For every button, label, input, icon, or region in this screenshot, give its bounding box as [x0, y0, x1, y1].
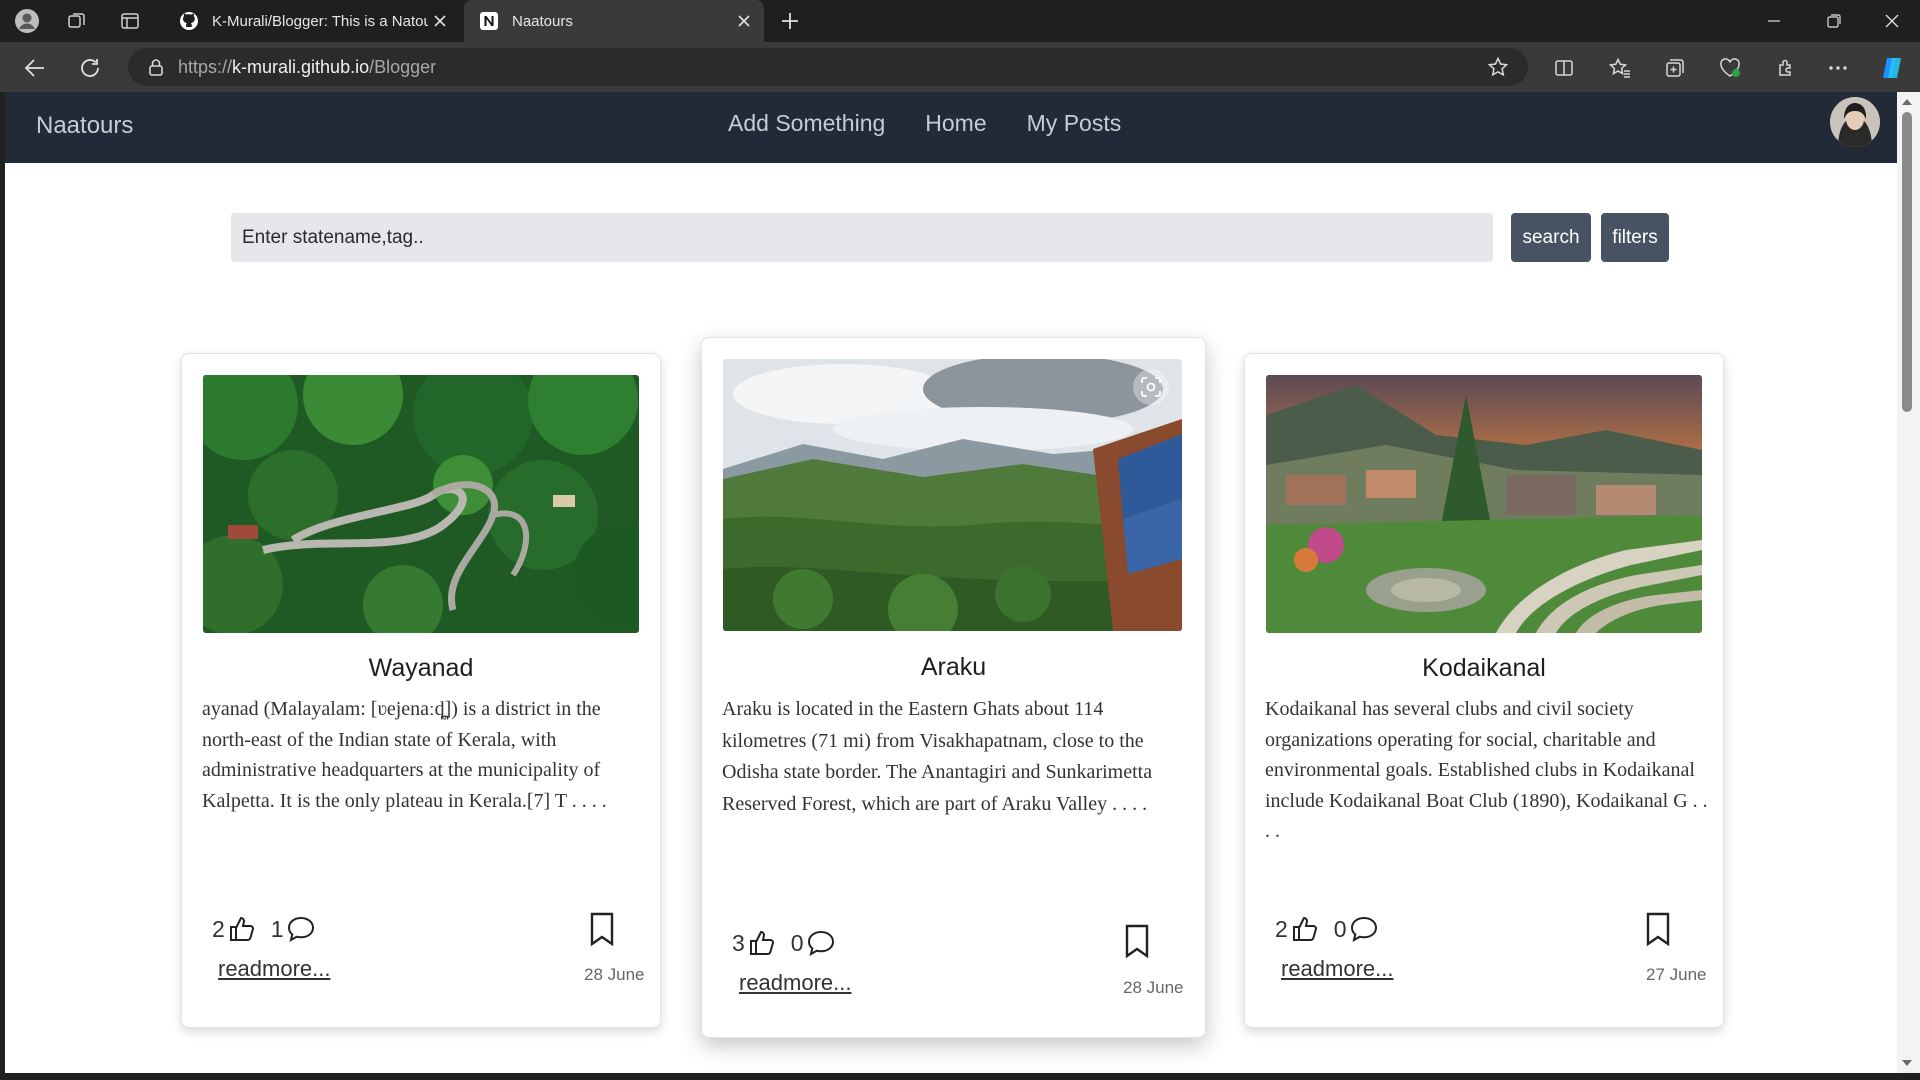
- post-image: [1266, 375, 1702, 633]
- url-text: https://k-murali.github.io/Blogger: [178, 56, 437, 77]
- naatours-favicon: [478, 10, 500, 32]
- split-screen-icon[interactable]: [1548, 52, 1580, 84]
- comment-count: 0: [1333, 915, 1347, 942]
- post-image: [723, 359, 1182, 631]
- post-card: Kodaikanal Kodaikanal has several clubs …: [1244, 353, 1724, 1028]
- readmore-link[interactable]: readmore...: [1281, 956, 1394, 982]
- more-menu-icon[interactable]: [1822, 52, 1854, 84]
- page-viewport: Naatours Add Something Home My Posts sea…: [5, 92, 1897, 1073]
- browser-tab-strip: K-Murali/Blogger: This is a Natou Naatou…: [0, 0, 1920, 42]
- like-count: 2: [212, 915, 225, 942]
- scroll-down-arrow-icon[interactable]: [1901, 1057, 1913, 1069]
- nav-my-posts[interactable]: My Posts: [1027, 110, 1122, 137]
- github-icon: [178, 10, 200, 32]
- browser-essentials-icon[interactable]: [1714, 52, 1746, 84]
- scroll-up-arrow-icon[interactable]: [1901, 96, 1913, 108]
- post-stats: 3 0: [732, 928, 850, 958]
- post-stats: 2 1: [212, 914, 330, 944]
- vertical-tabs-icon[interactable]: [115, 6, 145, 36]
- user-avatar[interactable]: [1830, 97, 1880, 147]
- post-card: Araku Araku is located in the Eastern Gh…: [701, 337, 1206, 1038]
- post-title: Kodaikanal: [1422, 654, 1546, 682]
- bookmark-icon[interactable]: [1643, 912, 1673, 947]
- post-stats: 2 0: [1275, 914, 1393, 944]
- comment-count: 1: [270, 915, 284, 942]
- tab-naatours[interactable]: Naatours: [464, 0, 764, 42]
- visual-search-icon[interactable]: [1133, 369, 1169, 405]
- close-tab-icon[interactable]: [732, 9, 756, 33]
- thumbs-up-icon[interactable]: [1290, 914, 1320, 944]
- search-button[interactable]: search: [1511, 213, 1591, 262]
- favorites-icon[interactable]: [1604, 52, 1636, 84]
- nav-home[interactable]: Home: [925, 110, 986, 137]
- nav-links: Add Something Home My Posts: [728, 110, 1121, 137]
- back-icon[interactable]: [19, 52, 51, 84]
- nav-add-something[interactable]: Add Something: [728, 110, 885, 137]
- filters-button[interactable]: filters: [1601, 213, 1669, 262]
- bookmark-icon[interactable]: [587, 912, 617, 947]
- comment-icon[interactable]: [286, 914, 316, 944]
- post-date: 27 June: [1646, 965, 1707, 984]
- search-input[interactable]: [231, 213, 1493, 262]
- url-field[interactable]: https://k-murali.github.io/Blogger: [128, 48, 1528, 86]
- comment-icon[interactable]: [1349, 914, 1379, 944]
- readmore-link[interactable]: readmore...: [218, 956, 331, 982]
- site-brand[interactable]: Naatours: [36, 112, 133, 140]
- tab-title: Naatours: [512, 12, 573, 30]
- restore-button[interactable]: [1806, 0, 1862, 42]
- address-bar-row: https://k-murali.github.io/Blogger: [0, 42, 1920, 92]
- post-title: Wayanad: [368, 654, 474, 682]
- post-title: Araku: [920, 653, 987, 681]
- tab-github[interactable]: K-Murali/Blogger: This is a Natou: [164, 0, 460, 42]
- post-date: 28 June: [584, 965, 645, 984]
- minimize-button[interactable]: [1746, 0, 1802, 42]
- like-count: 3: [732, 929, 745, 956]
- thumbs-up-icon[interactable]: [227, 914, 257, 944]
- thumbs-up-icon[interactable]: [747, 928, 777, 958]
- post-date: 28 June: [1123, 978, 1184, 997]
- like-count: 2: [1275, 915, 1288, 942]
- lock-icon[interactable]: [146, 57, 166, 77]
- post-description: Araku is located in the Eastern Ghats ab…: [722, 698, 1153, 815]
- comment-icon[interactable]: [806, 928, 836, 958]
- refresh-icon[interactable]: [74, 52, 106, 84]
- extensions-icon[interactable]: [1770, 52, 1802, 84]
- page-scrollbar[interactable]: [1897, 92, 1920, 1073]
- workspaces-icon[interactable]: [62, 6, 92, 36]
- profile-icon[interactable]: [12, 6, 42, 36]
- close-tab-icon[interactable]: [428, 9, 452, 33]
- new-tab-button[interactable]: [775, 6, 805, 36]
- post-description: ayanad (Malayalam: [ʋejenaːɖ̪]) is a dis…: [202, 698, 607, 812]
- comment-count: 0: [790, 929, 804, 956]
- post-description: Kodaikanal has several clubs and civil s…: [1265, 698, 1708, 842]
- tab-title: K-Murali/Blogger: This is a Natou: [212, 12, 428, 30]
- post-image: [203, 375, 639, 633]
- scrollbar-thumb[interactable]: [1902, 112, 1912, 412]
- favorite-star-icon[interactable]: [1487, 56, 1509, 77]
- post-card: Wayanad ayanad (Malayalam: [ʋejenaːɖ̪]) …: [181, 353, 661, 1028]
- readmore-link[interactable]: readmore...: [739, 970, 852, 996]
- bookmark-icon[interactable]: [1122, 924, 1152, 959]
- close-window-button[interactable]: [1864, 0, 1920, 42]
- copilot-icon[interactable]: [1876, 52, 1908, 84]
- collections-icon[interactable]: [1659, 52, 1691, 84]
- site-navbar: Naatours Add Something Home My Posts: [5, 92, 1897, 163]
